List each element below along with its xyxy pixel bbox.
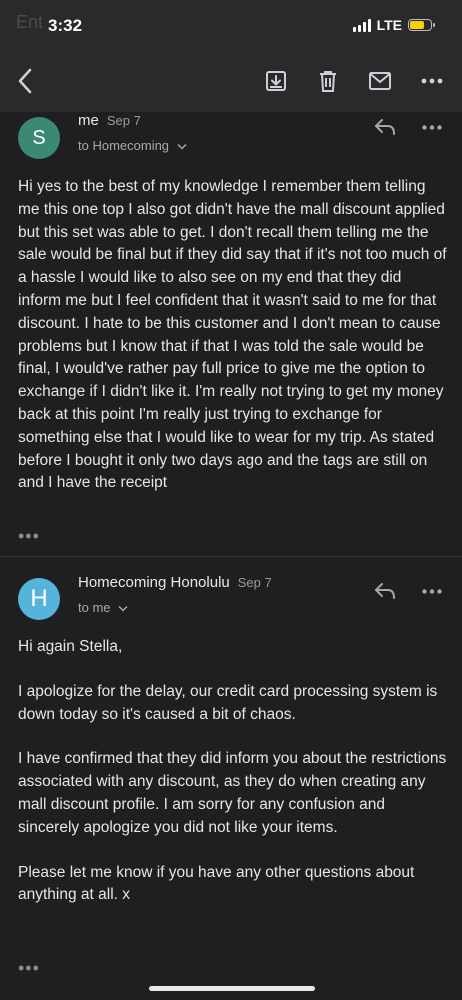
message-paragraph: I have confirmed that they did inform yo… (18, 750, 447, 836)
sender-name: me (78, 112, 99, 129)
status-time: 3:32 (48, 16, 83, 35)
home-indicator[interactable] (149, 986, 315, 991)
message-paragraph: Hi yes to the best of my knowledge I rem… (18, 178, 447, 492)
sender-line: me Sep 7 (78, 112, 141, 129)
message-more-icon[interactable] (420, 578, 444, 604)
avatar-letter: H (30, 585, 48, 612)
message-date: Sep 7 (237, 575, 272, 590)
battery-icon (408, 19, 435, 31)
show-trimmed-button[interactable]: ••• (18, 526, 40, 547)
recipient-text: to me (78, 600, 111, 615)
network-label: LTE (376, 17, 402, 33)
message-body: Hi again Stella, I apologize for the del… (18, 636, 448, 929)
trash-icon[interactable] (315, 68, 341, 94)
status-indicators: LTE (352, 17, 435, 33)
more-icon[interactable] (419, 68, 445, 94)
message-paragraph: Please let me know if you have any other… (18, 863, 415, 904)
recipient-text: to Homecoming (78, 138, 170, 153)
avatar-letter: S (32, 126, 46, 149)
email-toolbar (0, 50, 462, 112)
status-ghost-text: Ent (16, 12, 44, 32)
signal-icon (352, 18, 371, 32)
avatar[interactable]: H (18, 578, 60, 620)
sender-name: Homecoming Honolulu (78, 574, 230, 591)
status-bar: Ent 3:32 LTE (0, 0, 462, 50)
reply-icon[interactable] (372, 114, 398, 140)
archive-icon[interactable] (263, 68, 289, 94)
recipient-toggle[interactable]: to me (78, 600, 128, 615)
message-paragraph: Hi again Stella, (18, 638, 123, 655)
recipient-toggle[interactable]: to Homecoming (78, 138, 187, 153)
show-trimmed-button[interactable]: ••• (18, 958, 40, 979)
back-icon[interactable] (12, 68, 38, 94)
divider (0, 556, 462, 557)
avatar[interactable]: S (18, 117, 60, 159)
message-body: Hi yes to the best of my knowledge I rem… (18, 176, 448, 517)
chevron-down-icon (177, 143, 187, 150)
sender-line: Homecoming Honolulu Sep 7 (78, 574, 272, 591)
mail-icon[interactable] (367, 68, 393, 94)
message-date: Sep 7 (106, 113, 141, 128)
message-more-icon[interactable] (420, 114, 444, 140)
message-paragraph: I apologize for the delay, our credit ca… (18, 682, 438, 723)
chevron-down-icon (118, 605, 128, 612)
reply-icon[interactable] (372, 578, 398, 604)
